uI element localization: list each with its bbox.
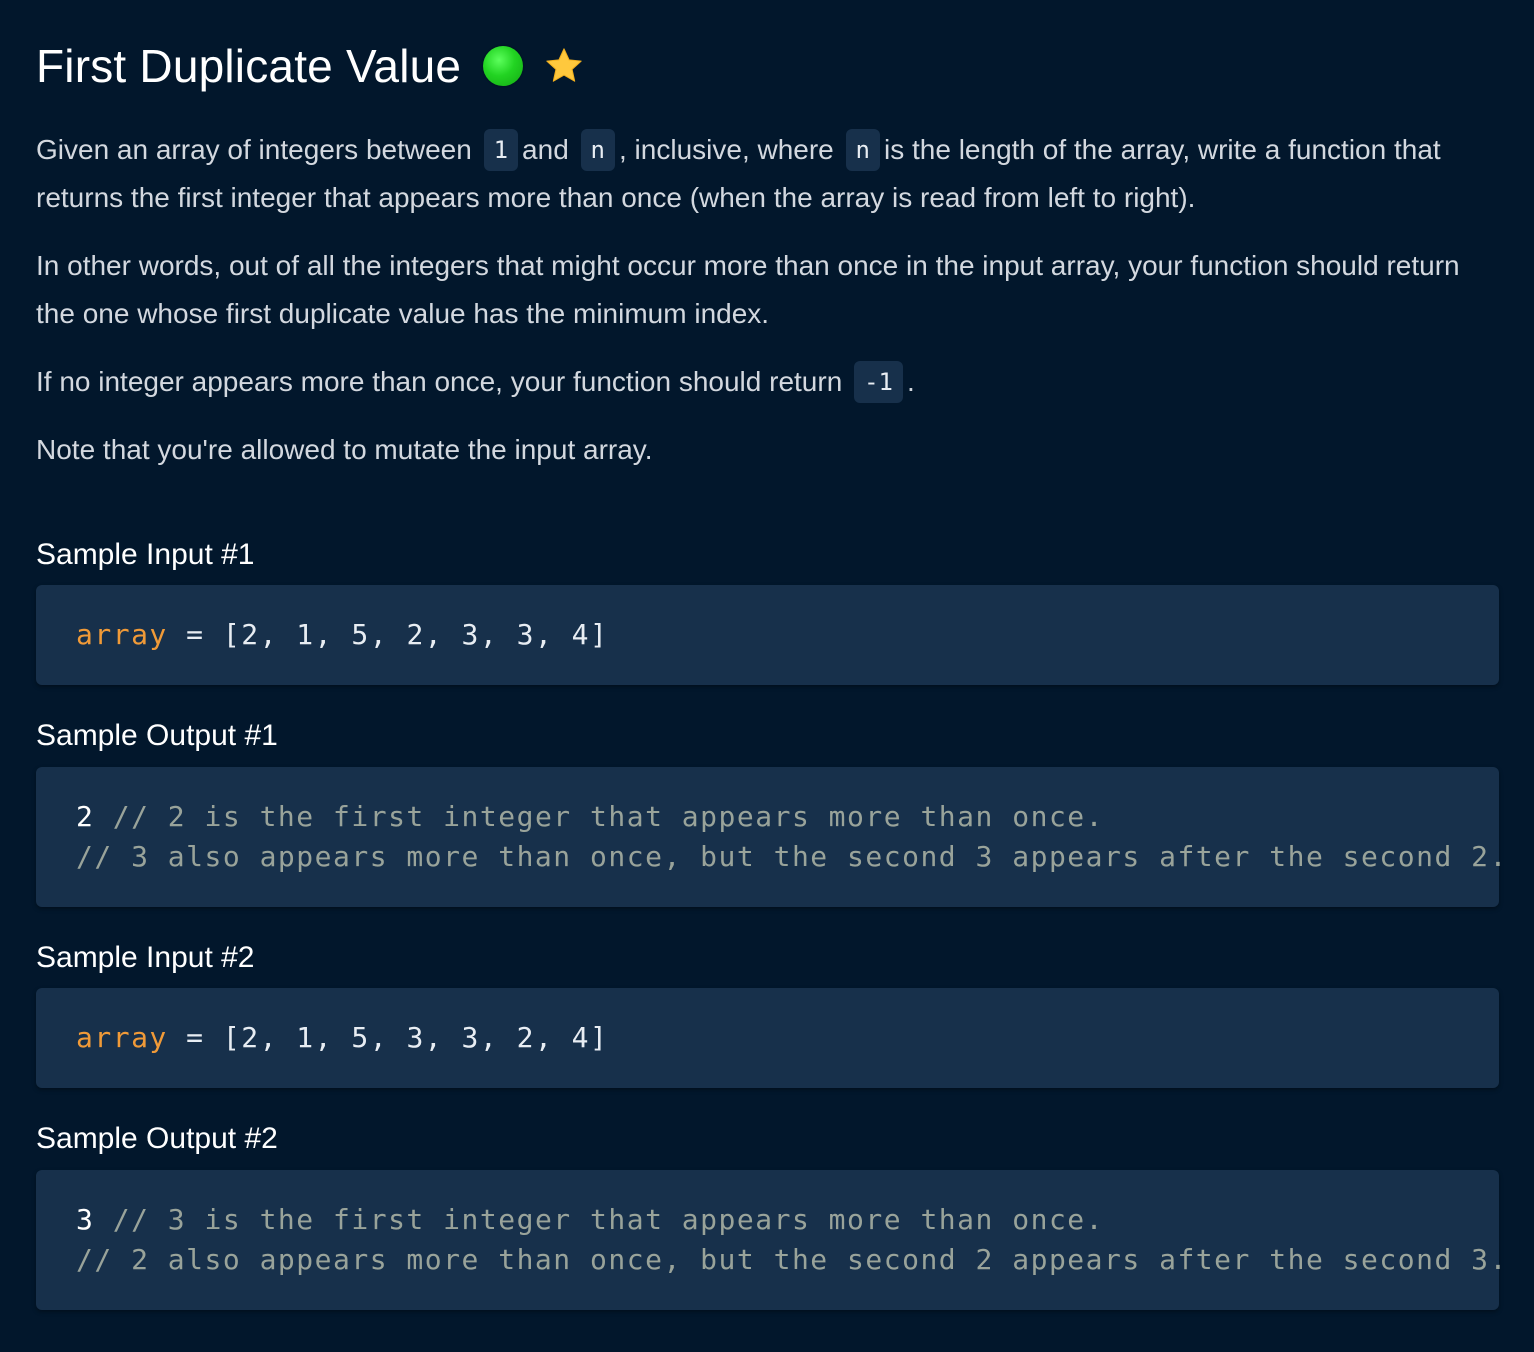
sample-output-2-code[interactable]: 3 // 3 is the first integer that appears…: [36, 1170, 1506, 1310]
code-variable: array: [76, 1021, 168, 1054]
sample-output-2-heading: Sample Output #2: [36, 1122, 278, 1155]
code-text: = [2, 1, 5, 3, 3, 2, 4]: [167, 1021, 609, 1054]
sample-input-2-code[interactable]: array = [2, 1, 5, 3, 3, 2, 4]: [36, 988, 1499, 1088]
description-text: Given an array of integers between: [36, 134, 472, 165]
sample-input-2-heading: Sample Input #2: [36, 941, 255, 974]
code-comment: // 2 is the first integer that appears m…: [94, 800, 1105, 833]
code-line: 3 // 3 is the first integer that appears…: [76, 1200, 1499, 1240]
sample-input-1-code[interactable]: array = [2, 1, 5, 2, 3, 3, 4]: [36, 585, 1499, 685]
code-variable: array: [76, 618, 168, 651]
code-value: 2: [76, 800, 95, 833]
code-line: // 2 also appears more than once, but th…: [76, 1240, 1506, 1280]
code-line: // 3 also appears more than once, but th…: [76, 837, 1506, 877]
sample-output-1-heading: Sample Output #1: [36, 719, 278, 752]
code-text: = [2, 1, 5, 2, 3, 3, 4]: [167, 618, 609, 651]
difficulty-green-circle-icon: [483, 46, 524, 86]
star-icon[interactable]: [543, 45, 585, 87]
title-row: First Duplicate Value: [36, 36, 585, 96]
code-value: 3: [76, 1203, 95, 1236]
description-text: , inclusive, where: [619, 134, 834, 165]
code-line: array = [2, 1, 5, 2, 3, 3, 4]: [76, 615, 1499, 655]
description-text: .: [906, 366, 915, 397]
description-paragraph-4: Note that you're allowed to mutate the i…: [36, 434, 653, 465]
inline-code-one: 1: [483, 128, 519, 171]
description-text: If no integer appears more than once, yo…: [36, 366, 843, 397]
description-paragraph-1: Given an array of integers between 1 and …: [36, 126, 1496, 222]
inline-code-n: n: [580, 128, 615, 171]
page-title: First Duplicate Value: [36, 40, 462, 92]
description-text: and: [522, 134, 569, 165]
code-comment: // 2 also appears more than once, but th…: [76, 1243, 1508, 1276]
code-line: 2 // 2 is the first integer that appears…: [76, 797, 1499, 837]
inline-code-minus-one: -1: [854, 360, 903, 403]
inline-code-n: n: [845, 128, 880, 171]
code-comment: // 3 also appears more than once, but th…: [76, 840, 1508, 873]
code-comment: // 3 is the first integer that appears m…: [94, 1203, 1105, 1236]
code-line: array = [2, 1, 5, 3, 3, 2, 4]: [76, 1018, 1499, 1058]
description-paragraph-2: In other words, out of all the integers …: [36, 250, 1460, 329]
sample-output-1-code[interactable]: 2 // 2 is the first integer that appears…: [36, 767, 1506, 907]
description-paragraph-3: If no integer appears more than once, yo…: [36, 358, 1496, 406]
sample-input-1-heading: Sample Input #1: [36, 538, 255, 571]
